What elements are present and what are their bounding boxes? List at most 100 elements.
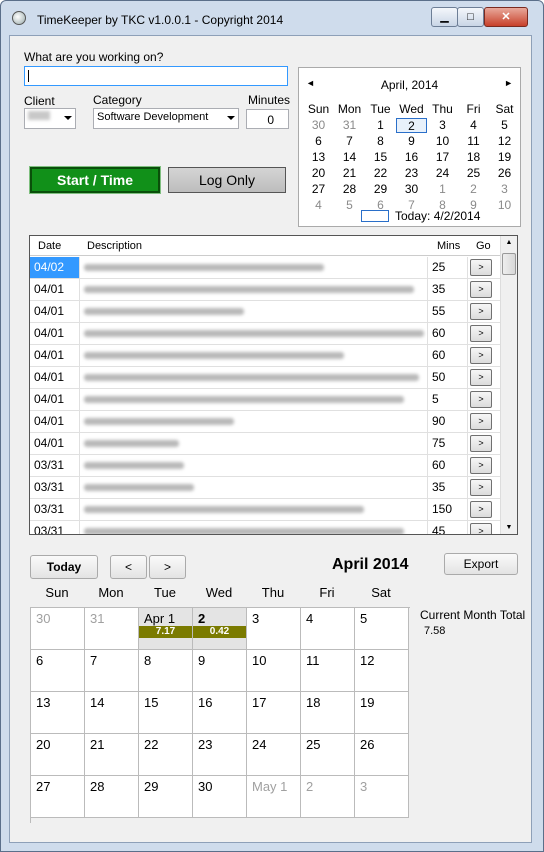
row-date[interactable]: 04/01 [30, 279, 80, 300]
mini-day[interactable]: 29 [365, 182, 396, 197]
working-input[interactable] [24, 66, 288, 86]
mini-calendar[interactable]: ◄ April, 2014 ► Sun Mon Tue Wed Thu Fri Sat 30 3… [298, 67, 521, 227]
row-go-button[interactable]: > [470, 281, 492, 298]
day-cell[interactable]: 29 [139, 776, 193, 818]
day-cell[interactable]: 18 [301, 692, 355, 734]
mini-day[interactable]: 12 [489, 134, 520, 149]
day-cell[interactable]: 7 [85, 650, 139, 692]
day-cell[interactable]: 24 [247, 734, 301, 776]
mini-day[interactable]: 2 [396, 118, 427, 133]
row-mins[interactable]: 25 [428, 257, 468, 278]
day-cell[interactable]: 15 [139, 692, 193, 734]
scroll-down-icon[interactable]: ▼ [503, 524, 515, 531]
row-date[interactable]: 03/31 [30, 455, 80, 476]
table-row[interactable]: 04/01 5 > [30, 389, 500, 411]
mini-day[interactable]: 15 [365, 150, 396, 165]
day-cell[interactable]: 30 [193, 776, 247, 818]
mini-day[interactable]: 23 [396, 166, 427, 181]
row-go-button[interactable]: > [470, 347, 492, 364]
row-go-button[interactable]: > [470, 479, 492, 496]
table-row[interactable]: 04/02 25 > [30, 257, 500, 279]
row-description-blurred[interactable] [80, 279, 428, 300]
col-go[interactable]: Go [476, 240, 491, 252]
day-cell[interactable]: 26 [355, 734, 409, 776]
day-cell[interactable]: 4 [301, 608, 355, 650]
row-mins[interactable]: 75 [428, 433, 468, 454]
minutes-input[interactable]: 0 [246, 109, 289, 129]
row-mins[interactable]: 45 [428, 521, 468, 534]
maximize-button[interactable]: □ [457, 7, 484, 27]
day-cell[interactable]: 27 [31, 776, 85, 818]
next-button[interactable]: > [149, 555, 186, 579]
day-cell[interactable]: 2 0.42 [193, 608, 247, 650]
mini-day[interactable]: 1 [365, 118, 396, 133]
title-bar[interactable]: TimeKeeper by TKC v1.0.0.1 - Copyright 2… [1, 1, 543, 35]
day-cell[interactable]: 10 [247, 650, 301, 692]
day-cell[interactable]: 28 [85, 776, 139, 818]
mini-day[interactable]: 4 [303, 198, 334, 213]
row-date[interactable]: 04/01 [30, 411, 80, 432]
prev-button[interactable]: < [110, 555, 147, 579]
row-date[interactable]: 04/01 [30, 323, 80, 344]
client-select[interactable] [24, 108, 76, 129]
row-description-blurred[interactable] [80, 323, 428, 344]
row-go-button[interactable]: > [470, 501, 492, 518]
mini-day[interactable]: 24 [427, 166, 458, 181]
table-row[interactable]: 04/01 60 > [30, 345, 500, 367]
row-date[interactable]: 04/01 [30, 433, 80, 454]
mini-day[interactable]: 11 [458, 134, 489, 149]
table-row[interactable]: 04/01 90 > [30, 411, 500, 433]
row-description-blurred[interactable] [80, 433, 428, 454]
mini-day[interactable]: 20 [303, 166, 334, 181]
row-mins[interactable]: 35 [428, 279, 468, 300]
mini-calendar-today[interactable]: Today: 4/2/2014 [361, 209, 480, 223]
day-cell[interactable]: Apr 1 7.17 [139, 608, 193, 650]
minimize-button[interactable]: ▁ [431, 7, 458, 27]
mini-day[interactable]: 17 [427, 150, 458, 165]
row-description-blurred[interactable] [80, 389, 428, 410]
day-cell[interactable]: 25 [301, 734, 355, 776]
row-description-blurred[interactable] [80, 477, 428, 498]
day-cell[interactable]: 31 [85, 608, 139, 650]
row-date[interactable]: 03/31 [30, 477, 80, 498]
col-description[interactable]: Description [87, 240, 142, 252]
scroll-thumb[interactable] [502, 253, 516, 275]
scroll-up-icon[interactable]: ▲ [503, 239, 515, 246]
row-date[interactable]: 04/01 [30, 389, 80, 410]
table-row[interactable]: 03/31 45 > [30, 521, 500, 534]
day-cell[interactable]: 3 [355, 776, 409, 818]
row-description-blurred[interactable] [80, 367, 428, 388]
row-mins[interactable]: 55 [428, 301, 468, 322]
row-go-button[interactable]: > [470, 391, 492, 408]
mini-day[interactable]: 3 [427, 118, 458, 133]
day-cell[interactable]: 23 [193, 734, 247, 776]
start-time-button[interactable]: Start / Time [29, 166, 161, 194]
close-button[interactable]: ✕ [484, 7, 528, 27]
mini-day[interactable]: 19 [489, 150, 520, 165]
day-cell[interactable]: 12 [355, 650, 409, 692]
mini-day[interactable]: 10 [489, 198, 520, 213]
row-description-blurred[interactable] [80, 455, 428, 476]
day-hours-badge[interactable]: 0.42 [193, 626, 246, 638]
row-mins[interactable]: 35 [428, 477, 468, 498]
table-row[interactable]: 04/01 35 > [30, 279, 500, 301]
mini-calendar-grid[interactable]: Sun Mon Tue Wed Thu Fri Sat 30 31 1 2 3 4 5 6 7 8 9 10 11 12… [303, 102, 519, 213]
day-cell[interactable]: 22 [139, 734, 193, 776]
table-row[interactable]: 04/01 55 > [30, 301, 500, 323]
time-log-grid[interactable]: Date Description Mins Go 04/02 25 >04/01 35… [29, 235, 518, 535]
day-cell[interactable]: 8 [139, 650, 193, 692]
day-cell[interactable]: 9 [193, 650, 247, 692]
day-cell[interactable]: 6 [31, 650, 85, 692]
mini-day[interactable]: 5 [489, 118, 520, 133]
day-cell[interactable]: 11 [301, 650, 355, 692]
mini-day[interactable]: 9 [396, 134, 427, 149]
day-cell[interactable]: 20 [31, 734, 85, 776]
log-only-button[interactable]: Log Only [168, 167, 286, 193]
mini-day[interactable]: 18 [458, 150, 489, 165]
day-hours-badge[interactable]: 7.17 [139, 626, 192, 638]
day-cell[interactable]: 2 [301, 776, 355, 818]
day-cell[interactable]: May 1 [247, 776, 301, 818]
row-mins[interactable]: 60 [428, 323, 468, 344]
row-description-blurred[interactable] [80, 521, 428, 534]
day-cell[interactable]: 3 [247, 608, 301, 650]
